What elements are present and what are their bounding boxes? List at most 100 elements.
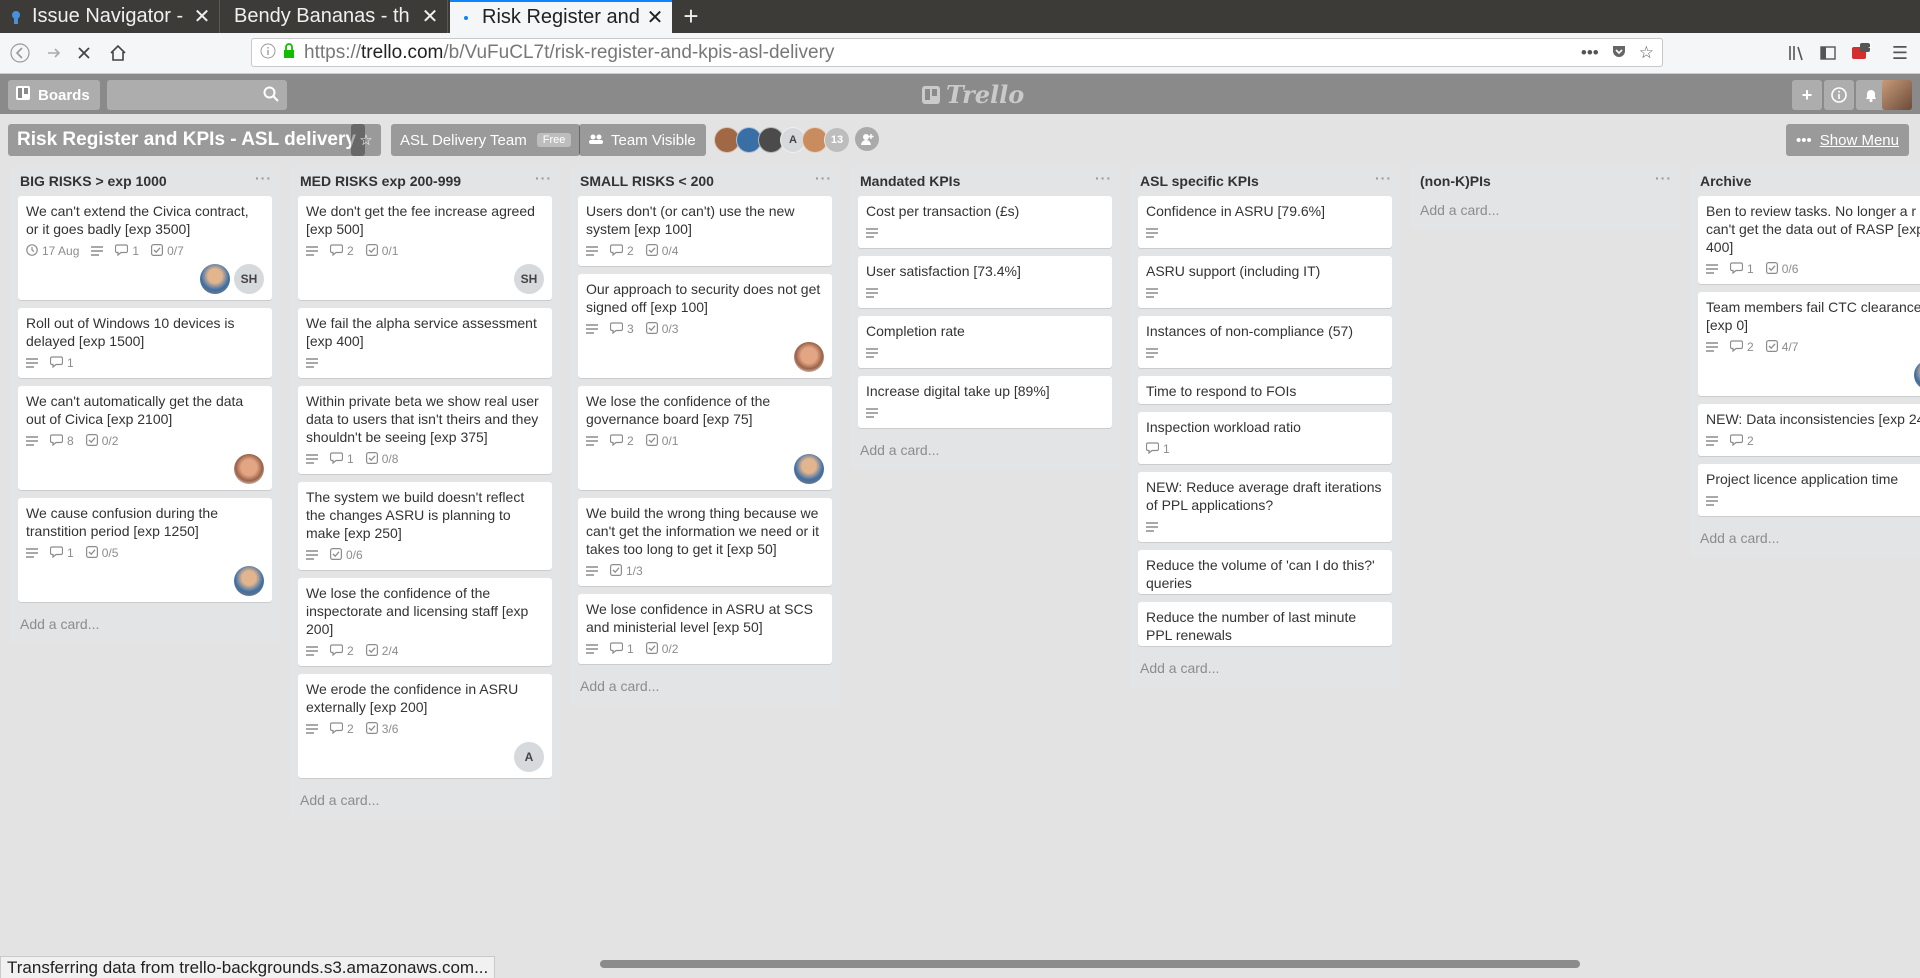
card[interactable]: We fail the alpha service assessment [ex… [298, 308, 552, 378]
member-avatar[interactable] [794, 342, 824, 372]
list-name[interactable]: Mandated KPIs [860, 173, 960, 189]
close-icon[interactable]: ✕ [419, 4, 441, 29]
card[interactable]: Project licence application time [1698, 464, 1920, 516]
card[interactable]: Time to respond to FOIs [1138, 376, 1392, 404]
trello-logo[interactable]: Trello [922, 80, 1024, 109]
add-card-link[interactable]: Add a card... [850, 436, 1120, 466]
url-bar[interactable]: https://trello.com/b/VuFuCL7t/risk-regis… [251, 38, 1663, 67]
member-initials-avatar[interactable]: SH [234, 264, 264, 294]
list-header[interactable]: MED RISKS exp 200-999 ··· [290, 166, 560, 196]
member-count[interactable]: 13 [824, 127, 850, 153]
card[interactable]: Our approach to security does not get si… [578, 274, 832, 378]
add-card-link[interactable]: Add a card... [1690, 524, 1920, 554]
card[interactable]: We lose the confidence of the inspectora… [298, 578, 552, 666]
team-button[interactable]: ASL Delivery Team Free [391, 124, 581, 156]
home-icon[interactable] [104, 39, 132, 67]
member-avatar[interactable] [200, 264, 230, 294]
browser-tab-bendy-bananas[interactable]: Bendy Bananas - th ✕ [222, 0, 448, 33]
card[interactable]: Roll out of Windows 10 devices is delaye… [18, 308, 272, 378]
add-card-link[interactable]: Add a card... [1130, 654, 1400, 684]
forward-arrow-icon[interactable] [40, 39, 68, 67]
card[interactable]: We don't get the fee increase agreed [ex… [298, 196, 552, 300]
board-title[interactable]: Risk Register and KPIs - ASL delivery [8, 124, 365, 156]
info-icon[interactable] [260, 43, 276, 62]
browser-tab-issue-navigator[interactable]: Issue Navigator - ✕ [0, 0, 220, 33]
card[interactable]: We erode the confidence in ASRU external… [298, 674, 552, 778]
sidebar-icon[interactable] [1816, 41, 1840, 65]
list-name[interactable]: ASL specific KPIs [1140, 173, 1259, 189]
stop-loading-icon[interactable] [70, 39, 98, 67]
card[interactable]: ASRU support (including IT) [1138, 256, 1392, 308]
list-name[interactable]: MED RISKS exp 200-999 [300, 173, 461, 189]
list-menu-icon[interactable]: ··· [535, 170, 552, 186]
list-header[interactable]: SMALL RISKS < 200 ··· [570, 166, 840, 196]
list-menu-icon[interactable]: ··· [1375, 170, 1392, 186]
list-name[interactable]: SMALL RISKS < 200 [580, 173, 714, 189]
card[interactable]: We can't automatically get the data out … [18, 386, 272, 490]
add-card-link[interactable]: Add a card... [290, 786, 560, 816]
card[interactable]: Reduce the volume of 'can I do this?' qu… [1138, 550, 1392, 594]
list-header[interactable]: (non-K)PIs ··· [1410, 166, 1680, 196]
library-icon[interactable] [1785, 41, 1809, 65]
card[interactable]: Within private beta we show real user da… [298, 386, 552, 474]
list-header[interactable]: Archive··· [1690, 166, 1920, 196]
visibility-button[interactable]: Team Visible [579, 124, 706, 156]
user-avatar[interactable] [1882, 80, 1912, 110]
close-icon[interactable]: ✕ [191, 4, 213, 29]
hamburger-menu-icon[interactable]: ☰ [1888, 41, 1912, 65]
list-name[interactable]: Archive [1700, 173, 1751, 189]
add-icon[interactable]: + [1792, 80, 1822, 110]
boards-button[interactable]: Boards [8, 80, 100, 110]
card[interactable]: Reduce the number of last minute PPL ren… [1138, 602, 1392, 646]
bookmark-star-icon[interactable]: ☆ [1639, 43, 1654, 64]
member-avatar[interactable] [234, 566, 264, 596]
card[interactable]: Users don't (or can't) use the new syste… [578, 196, 832, 266]
info-icon[interactable] [1824, 80, 1854, 110]
card[interactable]: NEW: Reduce average draft iterations of … [1138, 472, 1392, 542]
card[interactable]: We cause confusion during the transtitio… [18, 498, 272, 602]
card[interactable]: Increase digital take up [89%] [858, 376, 1112, 428]
member-initials-avatar[interactable]: A [514, 742, 544, 772]
list-name[interactable]: BIG RISKS > exp 1000 [20, 173, 167, 189]
card[interactable]: Cost per transaction (£s) [858, 196, 1112, 248]
page-actions-icon[interactable]: ••• [1581, 43, 1599, 64]
search-icon[interactable] [263, 86, 279, 105]
show-menu-button[interactable]: ••• Show Menu [1786, 124, 1909, 156]
add-card-link[interactable]: Add a card... [1410, 196, 1680, 226]
close-icon[interactable]: ✕ [644, 5, 666, 30]
pocket-icon[interactable] [1611, 43, 1627, 64]
card[interactable]: Ben to review tasks. No longer a r We ca… [1698, 196, 1920, 284]
card[interactable]: Completion rate [858, 316, 1112, 368]
add-member-icon[interactable] [855, 127, 879, 151]
list-header[interactable]: ASL specific KPIs ··· [1130, 166, 1400, 196]
member-avatar[interactable] [794, 454, 824, 484]
back-arrow-icon[interactable] [6, 39, 34, 67]
list-name[interactable]: (non-K)PIs [1420, 173, 1491, 189]
new-tab-plus-icon[interactable]: + [676, 0, 706, 33]
card[interactable]: We can't extend the Civica contract, or … [18, 196, 272, 300]
member-initials-avatar[interactable]: SH [514, 264, 544, 294]
list-header[interactable]: Mandated KPIs ··· [850, 166, 1120, 196]
extension-icon[interactable]: 1 [1848, 40, 1873, 65]
list-menu-icon[interactable]: ··· [1655, 170, 1672, 186]
card[interactable]: User satisfaction [73.4%] [858, 256, 1112, 308]
card[interactable]: Instances of non-compliance (57) [1138, 316, 1392, 368]
add-card-link[interactable]: Add a card... [10, 610, 280, 640]
star-icon[interactable]: ☆ [351, 124, 381, 156]
list-menu-icon[interactable]: ··· [1095, 170, 1112, 186]
card[interactable]: Inspection workload ratio 1 [1138, 412, 1392, 464]
card[interactable]: Team members fail CTC clearance [exp 0] 2… [1698, 292, 1920, 396]
card[interactable]: NEW: Data inconsistencies [exp 2400] 2 [1698, 404, 1920, 456]
list-header[interactable]: BIG RISKS > exp 1000 ··· [10, 166, 280, 196]
add-card-link[interactable]: Add a card... [570, 672, 840, 702]
member-avatar[interactable] [1914, 360, 1920, 390]
list-menu-icon[interactable]: ··· [255, 170, 272, 186]
search-input[interactable] [107, 80, 287, 110]
card[interactable]: We lose the confidence of the governance… [578, 386, 832, 490]
horizontal-scrollbar[interactable] [600, 960, 1580, 968]
member-avatar[interactable] [234, 454, 264, 484]
list-menu-icon[interactable]: ··· [815, 170, 832, 186]
card[interactable]: We lose confidence in ASRU at SCS and mi… [578, 594, 832, 664]
browser-tab-risk-register[interactable]: Risk Register and ✕ [450, 0, 672, 33]
card[interactable]: Confidence in ASRU [79.6%] [1138, 196, 1392, 248]
